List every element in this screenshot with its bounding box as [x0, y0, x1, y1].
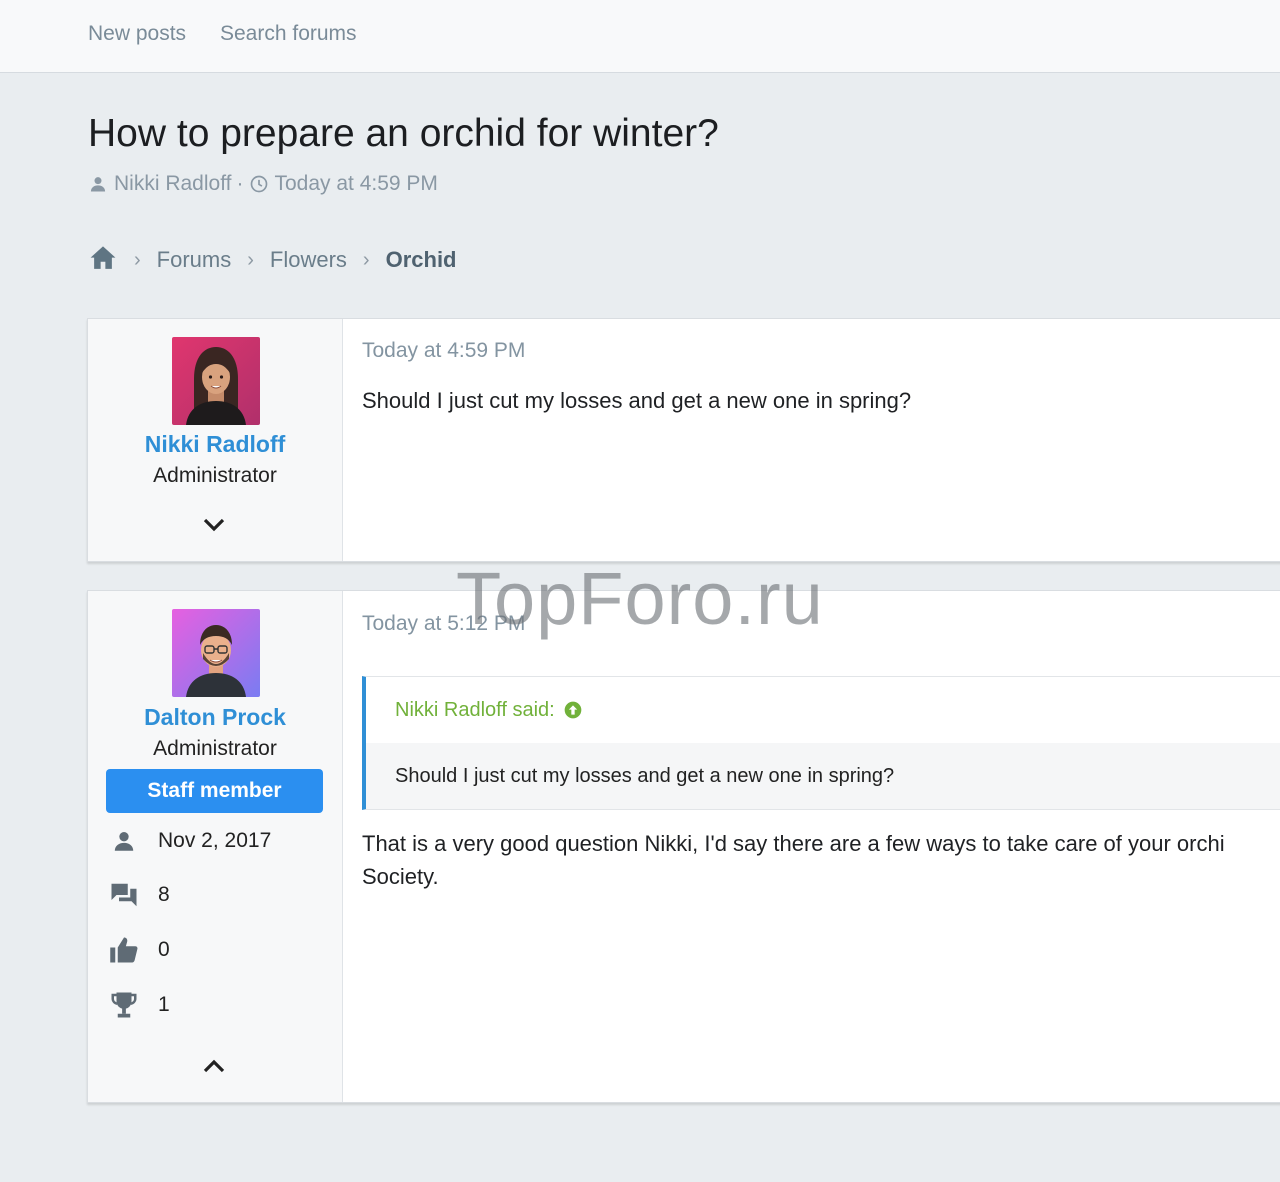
messages-count: 8 — [158, 883, 170, 906]
thread-time-link[interactable]: Today at 4:59 PM — [275, 172, 438, 196]
chevron-right-icon: › — [362, 248, 370, 271]
user-icon — [88, 174, 108, 194]
breadcrumb-orchid[interactable]: Orchid — [386, 247, 457, 273]
breadcrumb-forums[interactable]: Forums — [157, 247, 232, 273]
page-title: How to prepare an orchid for winter? — [88, 112, 719, 155]
breadcrumb: › Forums › Flowers › Orchid — [88, 245, 457, 275]
arrow-up-circle-icon[interactable] — [563, 700, 583, 720]
avatar[interactable] — [172, 609, 260, 697]
chevron-down-icon[interactable] — [201, 515, 227, 540]
avatar[interactable] — [172, 337, 260, 425]
points-count: 1 — [158, 993, 170, 1016]
clock-icon — [249, 174, 269, 194]
chevron-right-icon: › — [247, 248, 254, 271]
quote-block: Nikki Radloff said: Should I just cut my… — [362, 676, 1280, 810]
post-user-cell: Nikki Radloff Administrator — [88, 319, 343, 561]
post-user-role: Administrator — [153, 464, 277, 487]
messages-icon — [106, 880, 142, 910]
post-time[interactable]: Today at 5:12 PM — [362, 612, 525, 636]
search-forums-link[interactable]: Search forums — [220, 22, 357, 46]
trophy-icon — [106, 990, 142, 1020]
quote-text: Should I just cut my losses and get a ne… — [366, 743, 1280, 809]
joined-date: Nov 2, 2017 — [158, 829, 272, 852]
post-body-line-2: Society. — [362, 864, 439, 889]
post-body: Should I just cut my losses and get a ne… — [362, 388, 912, 413]
top-nav: New posts Search forums — [0, 0, 1280, 73]
post-time[interactable]: Today at 4:59 PM — [362, 339, 525, 363]
home-icon[interactable] — [88, 244, 118, 276]
thread-meta: Nikki Radloff · Today at 4:59 PM — [88, 172, 438, 196]
post-user-role: Administrator — [153, 737, 277, 760]
post-user-name[interactable]: Nikki Radloff — [88, 431, 342, 458]
messages-stat: 8 — [106, 880, 170, 910]
points-stat: 1 — [106, 990, 170, 1020]
new-posts-link[interactable]: New posts — [88, 22, 186, 46]
reactions-count: 0 — [158, 938, 170, 961]
post-body-line-1: That is a very good question Nikki, I'd … — [362, 831, 1225, 856]
chevron-right-icon: › — [134, 248, 141, 271]
quote-author[interactable]: Nikki Radloff said: — [395, 699, 555, 722]
post-2: Dalton Prock Administrator Staff member … — [87, 590, 1280, 1103]
post-user-name[interactable]: Dalton Prock — [88, 704, 342, 731]
meta-separator: · — [236, 172, 244, 195]
breadcrumb-flowers[interactable]: Flowers — [270, 247, 347, 273]
chevron-up-icon[interactable] — [201, 1056, 227, 1081]
post-1: Nikki Radloff Administrator Today at 4:5… — [87, 318, 1280, 562]
quote-header: Nikki Radloff said: — [366, 677, 1280, 743]
user-icon — [106, 826, 142, 856]
thumbs-up-icon — [106, 935, 142, 965]
post-user-cell: Dalton Prock Administrator Staff member … — [88, 591, 343, 1102]
joined-stat: Nov 2, 2017 — [106, 826, 271, 856]
thread-author-link[interactable]: Nikki Radloff — [114, 172, 232, 196]
staff-member-banner: Staff member — [106, 769, 323, 813]
reactions-stat: 0 — [106, 935, 170, 965]
